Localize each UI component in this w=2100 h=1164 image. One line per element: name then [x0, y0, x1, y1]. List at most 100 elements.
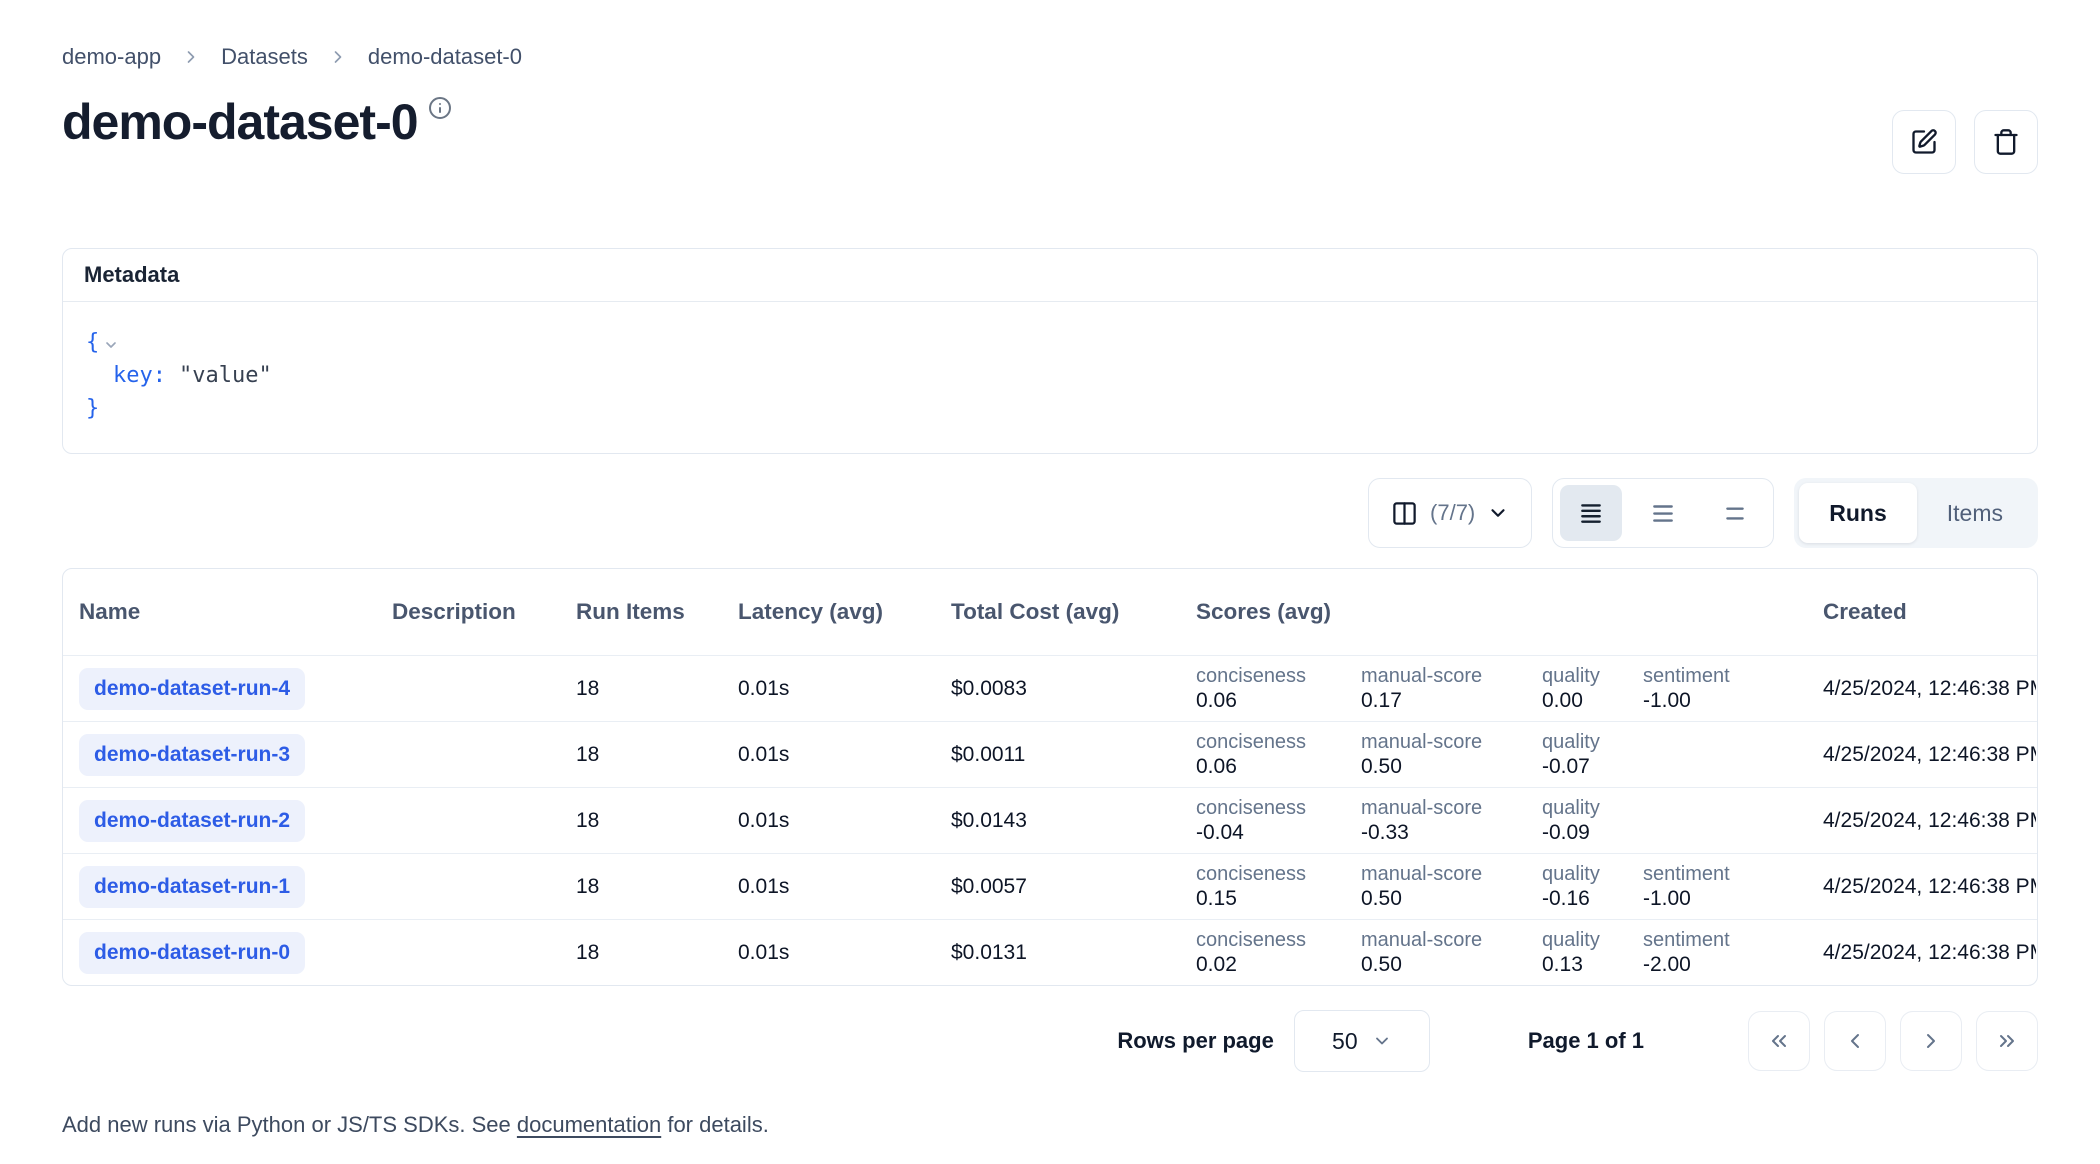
- table-row: demo-dataset-run-3 18 0.01s $0.0011 conc…: [63, 721, 2037, 787]
- run-items-cell: 18: [560, 743, 722, 767]
- runs-table: Name Description Run Items Latency (avg)…: [62, 568, 2038, 986]
- score-value: 0.06: [1196, 688, 1346, 713]
- score-name: quality: [1542, 928, 1628, 952]
- score-value: -0.09: [1542, 820, 1628, 845]
- total-cost-cell: $0.0011: [935, 743, 1180, 767]
- score-value: 0.50: [1361, 886, 1527, 911]
- created-cell: 4/25/2024, 12:46:38 PM: [1807, 875, 2036, 899]
- score-name: sentiment: [1643, 664, 1763, 688]
- rows-per-page-label: Rows per page: [1117, 1028, 1273, 1054]
- latency-cell: 0.01s: [722, 743, 935, 767]
- row-height-segmented-control: [1552, 478, 1774, 548]
- dataset-detail-page: demo-app Datasets demo-dataset-0 demo-da…: [0, 0, 2100, 1164]
- score-value: 0.15: [1196, 886, 1346, 911]
- latency-cell: 0.01s: [722, 677, 935, 701]
- row-height-medium-button[interactable]: [1632, 485, 1694, 541]
- hint-text-after: for details.: [661, 1112, 769, 1137]
- scores-cell: conciseness0.06 manual-score0.17 quality…: [1180, 664, 1807, 713]
- json-key: key:: [113, 359, 166, 392]
- score-value: -0.16: [1542, 886, 1628, 911]
- run-link[interactable]: demo-dataset-run-0: [79, 932, 305, 974]
- run-link[interactable]: demo-dataset-run-1: [79, 866, 305, 908]
- pager-buttons: [1748, 1011, 2038, 1071]
- latency-cell: 0.01s: [722, 941, 935, 965]
- column-header-name: Name: [63, 599, 376, 625]
- score-name: manual-score: [1361, 664, 1527, 688]
- next-page-button[interactable]: [1900, 1011, 1962, 1071]
- run-link[interactable]: demo-dataset-run-2: [79, 800, 305, 842]
- runs-items-tab-group: Runs Items: [1794, 478, 2038, 548]
- rows-per-page-select[interactable]: 50: [1294, 1010, 1430, 1072]
- breadcrumb: demo-app Datasets demo-dataset-0: [62, 44, 2038, 70]
- chevron-right-icon: [181, 47, 201, 67]
- tab-runs[interactable]: Runs: [1799, 483, 1917, 543]
- header-actions: [1892, 110, 2038, 174]
- chevron-down-icon: [1487, 502, 1509, 524]
- scores-cell: conciseness-0.04 manual-score-0.33 quali…: [1180, 796, 1807, 845]
- chevron-right-icon: [1919, 1029, 1943, 1053]
- row-height-small-button[interactable]: [1560, 485, 1622, 541]
- total-cost-cell: $0.0131: [935, 941, 1180, 965]
- column-header-description: Description: [376, 599, 560, 625]
- score-name: quality: [1542, 730, 1628, 754]
- run-link[interactable]: demo-dataset-run-3: [79, 734, 305, 776]
- score-name: conciseness: [1196, 928, 1346, 952]
- first-page-button[interactable]: [1748, 1011, 1810, 1071]
- run-items-cell: 18: [560, 809, 722, 833]
- breadcrumb-item-project[interactable]: demo-app: [62, 44, 161, 70]
- score-name: conciseness: [1196, 730, 1346, 754]
- row-height-large-button[interactable]: [1704, 485, 1766, 541]
- created-cell: 4/25/2024, 12:46:38 PM: [1807, 677, 2036, 701]
- score-name: conciseness: [1196, 862, 1346, 886]
- table-row: demo-dataset-run-4 18 0.01s $0.0083 conc…: [63, 655, 2037, 721]
- score-value: 0.50: [1361, 952, 1527, 977]
- delete-dataset-button[interactable]: [1974, 110, 2038, 174]
- score-value: -0.07: [1542, 754, 1628, 779]
- breadcrumb-item-datasets[interactable]: Datasets: [221, 44, 308, 70]
- pagination-bar: Rows per page 50 Page 1 of 1: [62, 1010, 2038, 1072]
- total-cost-cell: $0.0083: [935, 677, 1180, 701]
- column-header-total-cost: Total Cost (avg): [935, 599, 1180, 625]
- collapse-chevron-icon[interactable]: [103, 337, 119, 353]
- page-title: demo-dataset-0: [62, 94, 418, 150]
- score-value: 0.00: [1542, 688, 1628, 713]
- last-page-button[interactable]: [1976, 1011, 2038, 1071]
- metadata-card: Metadata { key: "value" }: [62, 248, 2038, 454]
- trash-icon: [1992, 128, 2020, 156]
- score-value: -2.00: [1643, 952, 1763, 977]
- columns-icon: [1391, 500, 1418, 527]
- chevrons-left-icon: [1767, 1029, 1791, 1053]
- documentation-link[interactable]: documentation: [517, 1112, 661, 1137]
- score-name: manual-score: [1361, 862, 1527, 886]
- column-header-latency: Latency (avg): [722, 599, 935, 625]
- json-value: "value": [179, 359, 272, 392]
- score-name: sentiment: [1643, 862, 1763, 886]
- score-value: 0.02: [1196, 952, 1346, 977]
- column-visibility-button[interactable]: (7/7): [1368, 478, 1532, 548]
- created-cell: 4/25/2024, 12:46:38 PM: [1807, 809, 2036, 833]
- score-value: 0.17: [1361, 688, 1527, 713]
- scores-cell: conciseness0.06 manual-score0.50 quality…: [1180, 730, 1807, 779]
- run-items-cell: 18: [560, 941, 722, 965]
- previous-page-button[interactable]: [1824, 1011, 1886, 1071]
- total-cost-cell: $0.0057: [935, 875, 1180, 899]
- run-link[interactable]: demo-dataset-run-4: [79, 668, 305, 710]
- score-name: sentiment: [1643, 928, 1763, 952]
- column-count-label: (7/7): [1430, 500, 1475, 526]
- score-name: quality: [1542, 796, 1628, 820]
- score-name: conciseness: [1196, 796, 1346, 820]
- score-name: manual-score: [1361, 730, 1527, 754]
- chevrons-right-icon: [1995, 1029, 2019, 1053]
- chevron-down-icon: [1372, 1031, 1392, 1051]
- info-icon[interactable]: [428, 96, 452, 120]
- tab-items[interactable]: Items: [1917, 483, 2033, 543]
- table-row: demo-dataset-run-1 18 0.01s $0.0057 conc…: [63, 853, 2037, 919]
- rows-medium-icon: [1650, 500, 1676, 526]
- metadata-json-viewer: { key: "value" }: [63, 302, 2037, 453]
- breadcrumb-item-current-dataset[interactable]: demo-dataset-0: [368, 44, 522, 70]
- edit-dataset-button[interactable]: [1892, 110, 1956, 174]
- edit-icon: [1910, 128, 1938, 156]
- column-header-scores: Scores (avg): [1180, 599, 1807, 625]
- score-name: quality: [1542, 664, 1628, 688]
- score-value: 0.13: [1542, 952, 1628, 977]
